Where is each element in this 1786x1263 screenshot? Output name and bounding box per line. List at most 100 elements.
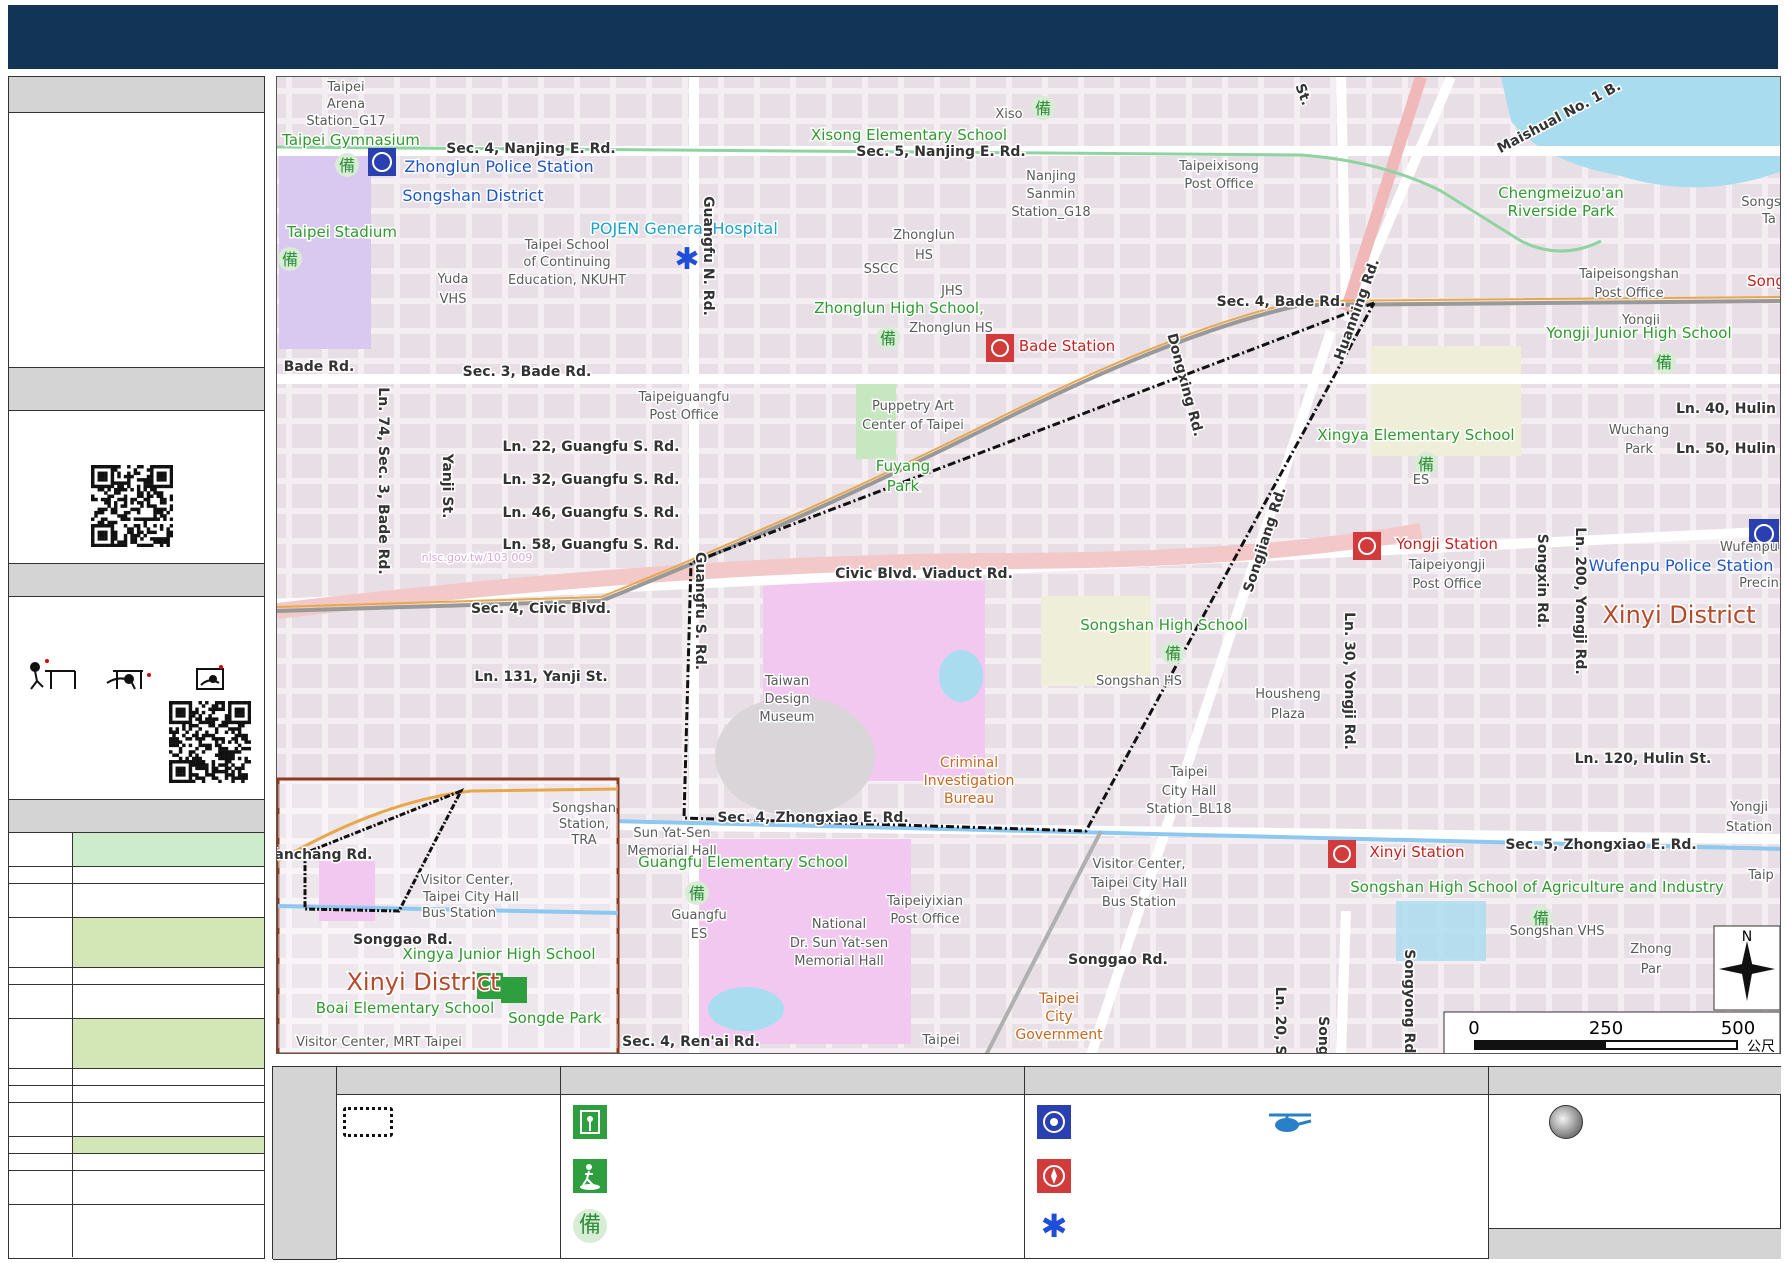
map-label: TRA <box>570 833 596 848</box>
map-label: Memorial Hall <box>794 954 883 969</box>
map-label: Station_G18 <box>1011 205 1090 220</box>
map-label: Yuda <box>437 272 469 287</box>
svg-text:備: 備 <box>1656 353 1672 372</box>
legend-header-col-2 <box>561 1067 1025 1095</box>
table-row <box>9 985 264 1019</box>
map-label: Chengmeizuo'an <box>1498 184 1624 202</box>
map-label: Arena <box>327 97 365 112</box>
fire-station-icon[interactable] <box>1328 840 1356 868</box>
map-label: Taipei <box>1038 991 1079 1007</box>
police-badge-icon <box>1037 1105 1071 1139</box>
map-label: Songshan HS <box>1096 674 1182 689</box>
map-label: Park <box>887 477 920 495</box>
map-label: Yongji <box>1729 800 1768 815</box>
star-of-life-icon[interactable]: ✱ <box>674 242 699 277</box>
map-label: Xinyi Station <box>1369 843 1464 861</box>
备-supply-icon[interactable]: 備 <box>335 153 359 177</box>
map-label: Yanji St. <box>439 453 455 519</box>
map-label: Station_G17 <box>306 114 385 129</box>
备-supply-icon[interactable]: 備 <box>685 881 709 905</box>
fire-station-icon[interactable] <box>1353 532 1381 560</box>
map-label: Museum <box>759 710 814 725</box>
map-label: Station, <box>559 817 609 832</box>
map-label: Xiso <box>995 107 1022 122</box>
map-label: Taiwan <box>764 674 809 689</box>
map-canvas[interactable]: ✱ 備備備備備備備備備 TaipeiArenaStation_G17Taipei… <box>277 77 1781 1054</box>
map-label: POJEN General Hospital <box>590 219 778 238</box>
map-label: JHS <box>940 284 963 299</box>
map-label: Taipei <box>1169 765 1207 780</box>
map-label: Post Office <box>1184 177 1253 192</box>
svg-text:備: 備 <box>339 156 355 175</box>
map-label: City Hall <box>1162 784 1217 799</box>
map-label: Taipei City Hall <box>422 890 519 905</box>
scale-tick-label: 0 <box>1468 1018 1479 1039</box>
table-row <box>9 1171 264 1205</box>
map-label: Ln. 32, Guangfu S. Rd. <box>503 472 680 488</box>
table-row <box>9 968 264 985</box>
map-label: Guangfu <box>671 908 727 923</box>
table-row <box>9 1019 264 1069</box>
svg-text:✱: ✱ <box>674 242 699 277</box>
map-label: Xinyi District <box>1602 601 1755 629</box>
legend-header-col-3 <box>1025 1067 1489 1095</box>
table-row <box>9 1069 264 1086</box>
备-supply-icon[interactable]: 備 <box>278 247 302 271</box>
map-label: ES <box>691 927 707 942</box>
table-row <box>9 884 264 918</box>
map-label: Songshan District <box>402 186 543 205</box>
panel-header-2 <box>9 367 264 411</box>
备-supply-icon[interactable]: 備 <box>1161 641 1185 665</box>
inset-map[interactable]: Yanchang Rd. SongshanStation,TRA Visitor C… <box>277 777 620 1054</box>
panel-header-1 <box>9 77 264 113</box>
map-label: Civic Blvd. Viaduct Rd. <box>835 566 1013 582</box>
fire-station-icon[interactable] <box>986 334 1014 362</box>
panel-header-3 <box>9 563 264 597</box>
map-label: Post Office <box>1412 577 1481 592</box>
svg-text:備: 備 <box>1035 99 1051 118</box>
map-label: Xingya Elementary School <box>1317 426 1514 444</box>
map-label: Sec. 4, Civic Blvd. <box>471 601 611 617</box>
map-label: Bus Station <box>422 906 496 921</box>
备-supply-icon[interactable]: 備 <box>1652 350 1676 374</box>
map-label: Songyong Rd. <box>1401 949 1417 1054</box>
svg-text:N: N <box>1742 929 1752 945</box>
map-label: Housheng <box>1255 687 1320 702</box>
table-row <box>9 1103 264 1137</box>
map-label: Visitor Center, <box>420 873 513 888</box>
police-badge-icon[interactable] <box>368 148 396 176</box>
map-label: Guangfu Elementary School <box>638 853 848 871</box>
svg-text:備: 備 <box>282 250 298 269</box>
map-label: Post Office <box>890 912 959 927</box>
table-row <box>9 1137 264 1154</box>
备-supply-icon[interactable]: 備 <box>1031 96 1055 120</box>
map-label: Sec. 5, Nanjing E. Rd. <box>856 144 1025 160</box>
map-panel[interactable]: ✱ 備備備備備備備備備 Taipei Arena Station_G17 Taipei… <box>276 76 1781 1054</box>
map-label: Riverside Park <box>1508 202 1615 220</box>
map-label: Bade Rd. <box>284 359 355 375</box>
map-label: SSCC <box>864 262 899 277</box>
map-label: Song <box>1747 272 1781 290</box>
map-label: Post Office <box>1594 286 1663 301</box>
map-label: Taipeiyongji <box>1408 558 1486 573</box>
map-label: Investigation <box>924 773 1015 789</box>
legend-footer <box>1489 1228 1781 1259</box>
map-label: Sec. 5, Zhongxiao E. Rd. <box>1505 837 1696 853</box>
map-label: Taipeiyixian <box>886 894 963 909</box>
star-of-life-icon: ✱ <box>1040 1207 1068 1245</box>
map-label: Dr. Sun Yat-sen <box>790 936 888 951</box>
map-label: Sec. 4, Ren'ai Rd. <box>622 1034 760 1050</box>
map-label: Sec. 4, Bade Rd. <box>1217 294 1346 310</box>
indoor-shelter-icon <box>573 1105 607 1139</box>
map-label: Visitor Center, <box>1092 857 1185 872</box>
map-label: Xisong Elementary School <box>811 126 1007 144</box>
legend-header-col-0 <box>273 1067 337 1260</box>
map-label: Wufenpu <box>1720 540 1778 555</box>
map-label: Bureau <box>944 791 994 807</box>
备-supply-icon[interactable]: 備 <box>876 326 900 350</box>
map-label: nlsc.gov.tw/103 009 <box>422 551 533 564</box>
map-label: Station <box>1726 820 1772 835</box>
info-table <box>9 833 264 1258</box>
map-label: Ln. 30, Yongji Rd. <box>1341 612 1357 750</box>
table-row <box>9 833 264 867</box>
